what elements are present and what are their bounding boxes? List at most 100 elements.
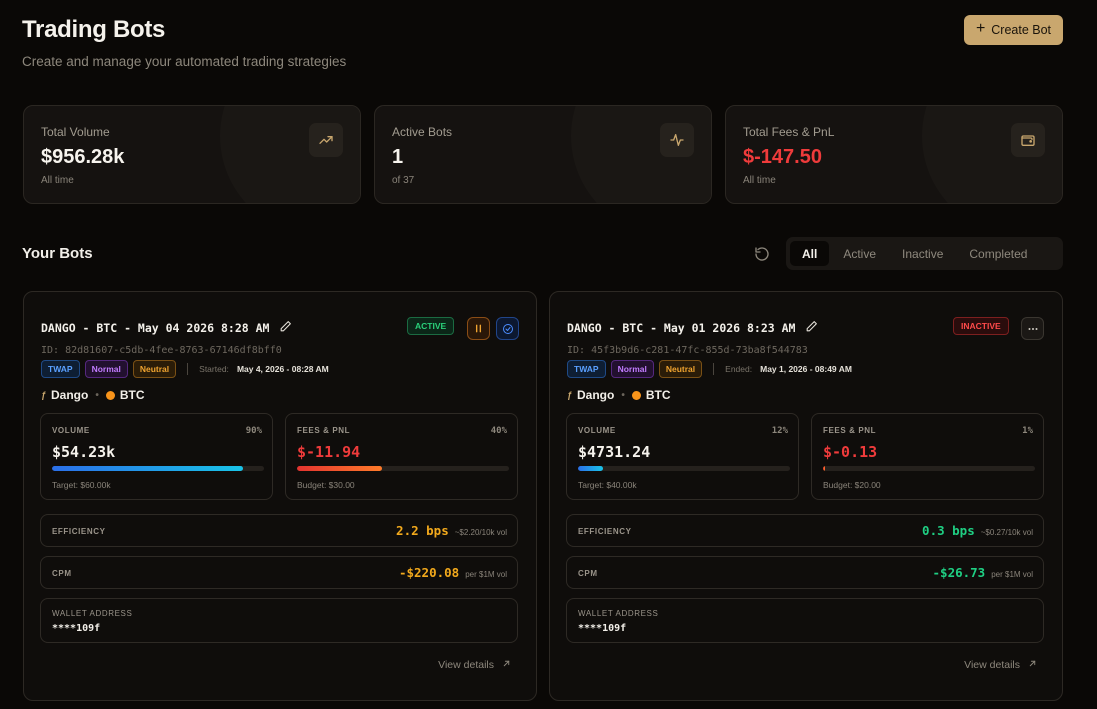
progress-bar xyxy=(578,466,790,471)
row-label: EFFICIENCY xyxy=(578,527,632,536)
wallet-value: ****109f xyxy=(578,623,627,634)
bot-id: ID: 82d81607-c5db-4fee-8763-67146df8bff0 xyxy=(41,345,282,356)
page-title: Trading Bots xyxy=(22,16,166,43)
volume-metric: VOLUME 12% $4731.24 Target: $40.00k xyxy=(566,413,799,500)
tag-twap: TWAP xyxy=(567,360,606,378)
trending-up-icon xyxy=(309,123,343,157)
row-label: CPM xyxy=(578,569,598,578)
bot-name-text: DANGO - BTC - May 04 2026 8:28 AM xyxy=(41,321,270,335)
progress-fill xyxy=(578,466,604,471)
metric-percent: 40% xyxy=(490,426,507,436)
metric-percent: 12% xyxy=(771,426,788,436)
metric-label: VOLUME xyxy=(52,426,90,435)
quote-asset: BTC xyxy=(119,388,145,402)
tab-active[interactable]: Active xyxy=(831,241,888,266)
cpm-row: CPM -$26.73 per $1M vol xyxy=(566,556,1044,589)
status-badge: ACTIVE xyxy=(407,317,455,335)
stat-label: Active Bots xyxy=(392,125,453,139)
metric-label: VOLUME xyxy=(578,426,616,435)
quote-asset: BTC xyxy=(645,388,671,402)
wallet-label: WALLET ADDRESS xyxy=(52,609,133,618)
row-unit: ~$2.20/10k vol xyxy=(454,528,507,537)
metric-value: $-11.94 xyxy=(297,443,361,461)
date-label: Started: xyxy=(199,364,229,374)
metric-value: $4731.24 xyxy=(578,443,651,461)
cpm-row: CPM -$220.08 per $1M vol xyxy=(40,556,518,589)
tab-all[interactable]: All xyxy=(790,241,830,266)
divider xyxy=(713,363,715,375)
progress-fill xyxy=(297,466,382,471)
activity-icon xyxy=(660,123,694,157)
bot-id: ID: 45f3b9d6-c281-47fc-855d-73ba8f544783 xyxy=(567,345,808,356)
dango-icon: ƒ xyxy=(41,390,47,400)
complete-button[interactable] xyxy=(496,317,519,340)
row-label: EFFICIENCY xyxy=(52,527,106,536)
tag-twap: TWAP xyxy=(41,360,80,378)
row-value: 0.3 bps xyxy=(922,523,975,538)
metric-percent: 1% xyxy=(1022,426,1033,436)
date-value: May 1, 2026 - 08:49 AM xyxy=(760,364,852,374)
stat-sub: All time xyxy=(743,175,776,186)
stat-card-total-volume: Total Volume $956.28k All time xyxy=(23,105,361,204)
trading-pair: ƒ Dango • BTC xyxy=(41,388,145,402)
date-value: May 4, 2026 - 08:28 AM xyxy=(236,364,329,374)
btc-icon xyxy=(631,390,641,400)
metric-target: Target: $40.00k xyxy=(578,480,637,490)
refresh-icon[interactable] xyxy=(754,246,770,262)
fees-metric: FEES & PNL 40% $-11.94 Budget: $30.00 xyxy=(285,413,518,500)
tab-completed[interactable]: Completed xyxy=(957,241,1039,266)
btc-icon xyxy=(105,390,115,400)
dango-icon: ƒ xyxy=(567,390,573,400)
bot-card: DANGO - BTC - May 01 2026 8:23 AM ID: 45… xyxy=(549,291,1063,701)
metric-target: Target: $60.00k xyxy=(52,480,111,490)
row-unit: ~$0.27/10k vol xyxy=(980,528,1033,537)
bot-name: DANGO - BTC - May 04 2026 8:28 AM xyxy=(41,320,292,336)
metric-label: FEES & PNL xyxy=(823,426,877,435)
stat-card-active-bots: Active Bots 1 of 37 xyxy=(374,105,712,204)
row-value: -$26.73 xyxy=(932,565,986,580)
bot-card: DANGO - BTC - May 04 2026 8:28 AM ID: 82… xyxy=(23,291,537,701)
arrow-up-right-icon xyxy=(502,659,511,671)
view-details-link[interactable]: View details xyxy=(438,659,511,671)
more-options-button[interactable] xyxy=(1021,317,1044,340)
tag-neutral: Neutral xyxy=(658,360,703,378)
tab-inactive[interactable]: Inactive xyxy=(890,241,955,266)
stat-value: $956.28k xyxy=(41,146,125,168)
wallet-label: WALLET ADDRESS xyxy=(578,609,659,618)
metric-value: $54.23k xyxy=(52,443,116,461)
stat-sub: All time xyxy=(41,175,74,186)
stat-value: 1 xyxy=(392,146,404,168)
stat-label: Total Fees & PnL xyxy=(743,125,835,139)
create-bot-button[interactable]: + Create Bot xyxy=(964,15,1063,45)
row-unit: per $1M vol xyxy=(991,570,1033,579)
stat-sub: of 37 xyxy=(392,175,415,186)
divider xyxy=(187,363,189,375)
edit-icon[interactable] xyxy=(279,320,292,336)
bot-name-text: DANGO - BTC - May 01 2026 8:23 AM xyxy=(567,321,796,335)
metric-value: $-0.13 xyxy=(823,443,878,461)
progress-fill xyxy=(52,466,243,471)
bot-tags: TWAP Normal Neutral Ended: May 1, 2026 -… xyxy=(567,360,852,378)
trading-pair: ƒ Dango • BTC xyxy=(567,388,671,402)
metric-label: FEES & PNL xyxy=(297,426,351,435)
tag-neutral: Neutral xyxy=(132,360,177,378)
stat-card-fees-pnl: Total Fees & PnL $-147.50 All time xyxy=(725,105,1063,204)
status-badge: INACTIVE xyxy=(953,317,1009,335)
bot-name: DANGO - BTC - May 01 2026 8:23 AM xyxy=(567,320,818,336)
view-details-link[interactable]: View details xyxy=(964,659,1037,671)
efficiency-row: EFFICIENCY 0.3 bps ~$0.27/10k vol xyxy=(566,514,1044,547)
bot-tags: TWAP Normal Neutral Started: May 4, 2026… xyxy=(41,360,329,378)
pause-button[interactable] xyxy=(467,317,490,340)
progress-bar xyxy=(823,466,1035,471)
row-value: 2.2 bps xyxy=(396,523,449,538)
row-unit: per $1M vol xyxy=(465,570,507,579)
filter-tabs: All Active Inactive Completed xyxy=(786,237,1063,270)
progress-fill xyxy=(823,466,826,471)
progress-bar xyxy=(297,466,509,471)
row-label: CPM xyxy=(52,569,72,578)
metric-budget: Budget: $20.00 xyxy=(823,480,881,490)
date-label: Ended: xyxy=(725,364,753,374)
progress-bar xyxy=(52,466,264,471)
edit-icon[interactable] xyxy=(805,320,818,336)
view-details-label: View details xyxy=(964,659,1020,671)
